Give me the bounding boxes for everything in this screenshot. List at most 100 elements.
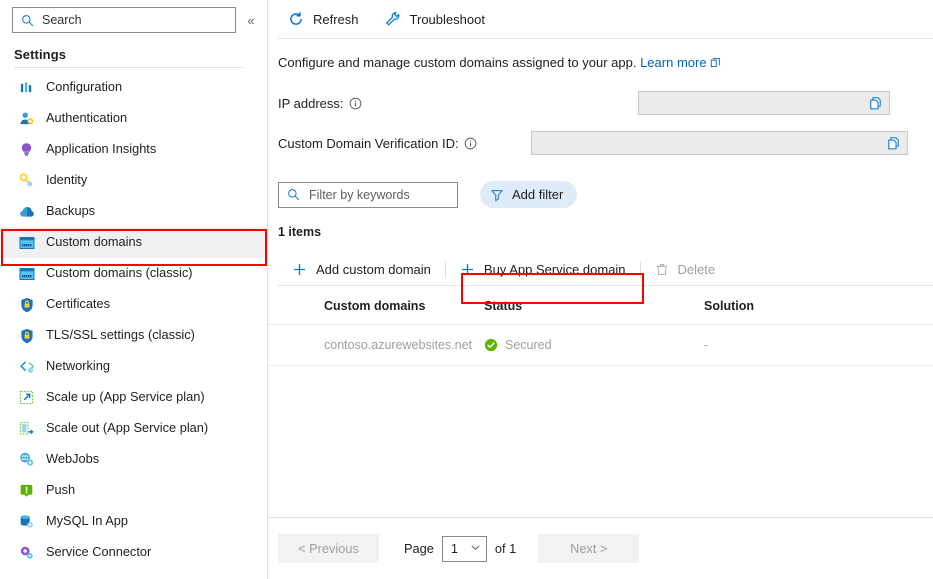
sidebar-nav-list: Configuration Authentication [0, 68, 267, 568]
sidebar-item-certificates[interactable]: Certificates [0, 289, 267, 320]
buy-app-service-domain-label: Buy App Service domain [484, 262, 626, 277]
search-icon [287, 188, 300, 201]
add-custom-domain-button[interactable]: Add custom domain [282, 254, 441, 284]
sidebar-item-label: Configuration [46, 81, 122, 94]
sidebar-item-custom-domains-classic[interactable]: Custom domains (classic) [0, 258, 267, 289]
service-connector-icon [18, 544, 35, 561]
trash-icon [655, 262, 669, 277]
ip-address-field[interactable] [638, 91, 890, 115]
plus-icon [460, 262, 475, 277]
add-filter-label: Add filter [512, 187, 563, 202]
sidebar-item-networking[interactable]: Networking [0, 351, 267, 382]
ip-address-label: IP address: [278, 96, 362, 111]
refresh-icon [288, 11, 304, 27]
sidebar-item-scale-out[interactable]: Scale out (App Service plan) [0, 413, 267, 444]
sidebar-item-label: WebJobs [46, 453, 99, 466]
search-input[interactable]: Search [12, 7, 236, 33]
previous-page-button[interactable]: < Previous [278, 534, 379, 563]
sidebar-item-label: Service Connector [46, 546, 151, 559]
page-description: Configure and manage custom domains assi… [268, 39, 933, 71]
buy-app-service-domain-button[interactable]: Buy App Service domain [450, 254, 636, 284]
refresh-button[interactable]: Refresh [286, 4, 369, 34]
verification-id-field[interactable] [531, 131, 908, 155]
sidebar-item-custom-domains[interactable]: Custom domains [0, 227, 267, 258]
sidebar-item-label: Certificates [46, 298, 110, 311]
sidebar-item-label: Scale up (App Service plan) [46, 391, 205, 404]
custom-domains-icon [18, 234, 35, 251]
table-command-bar: Add custom domain Buy App Service domain [268, 253, 933, 285]
info-icon[interactable] [464, 137, 477, 150]
collapse-sidebar-icon[interactable]: « [245, 10, 257, 30]
main-content: Refresh Troubleshoot Configure and manag… [268, 0, 933, 579]
verification-id-label-text: Custom Domain Verification ID: [278, 136, 459, 151]
application-insights-icon [18, 141, 35, 158]
page-number-select[interactable]: 1 [442, 536, 487, 562]
cell-domain: contoso.azurewebsites.net [268, 325, 484, 366]
copy-icon[interactable] [868, 96, 883, 111]
networking-icon [18, 358, 35, 375]
table-row[interactable]: contoso.azurewebsites.net Secured [268, 325, 933, 366]
status-text: Secured [505, 338, 552, 352]
tls-ssl-shield-icon [18, 327, 35, 344]
sidebar-item-label: Networking [46, 360, 110, 373]
sidebar-item-label: Scale out (App Service plan) [46, 422, 208, 435]
sidebar-item-tls-ssl-settings-classic[interactable]: TLS/SSL settings (classic) [0, 320, 267, 351]
page-number-value: 1 [451, 541, 458, 556]
push-icon [18, 482, 35, 499]
sidebar-item-label: MySQL In App [46, 515, 128, 528]
sidebar-item-push[interactable]: Push [0, 475, 267, 506]
azure-portal-custom-domains-screen: Search « Settings Configuration [0, 0, 933, 579]
sidebar-item-label: TLS/SSL settings (classic) [46, 329, 195, 342]
sidebar-item-label: Application Insights [46, 143, 156, 156]
command-separator [640, 261, 641, 278]
cell-status: Secured [484, 325, 704, 366]
refresh-label: Refresh [313, 12, 359, 27]
sidebar-item-label: Identity [46, 174, 87, 187]
status-badge: Secured [484, 338, 704, 352]
filter-keywords-placeholder: Filter by keywords [309, 188, 410, 202]
sidebar-item-mysql-in-app[interactable]: MySQL In App [0, 506, 267, 537]
webjobs-icon [18, 451, 35, 468]
sidebar-item-label: Custom domains [46, 236, 142, 249]
command-separator [445, 261, 446, 278]
column-header-solution[interactable]: Solution [704, 286, 933, 325]
sidebar-search-row: Search « [0, 0, 267, 33]
plus-icon [292, 262, 307, 277]
sidebar-item-application-insights[interactable]: Application Insights [0, 134, 267, 165]
external-link-icon [710, 56, 721, 71]
description-text: Configure and manage custom domains assi… [278, 55, 636, 70]
sidebar-item-scale-up[interactable]: Scale up (App Service plan) [0, 382, 267, 413]
copy-icon[interactable] [886, 136, 901, 151]
troubleshoot-button[interactable]: Troubleshoot [383, 4, 495, 34]
sidebar-item-authentication[interactable]: Authentication [0, 103, 267, 134]
chevron-down-icon [470, 540, 481, 558]
scale-up-icon [18, 389, 35, 406]
check-circle-icon [484, 338, 498, 352]
troubleshoot-label: Troubleshoot [410, 12, 485, 27]
page-label: Page [404, 541, 434, 556]
items-count: 1 items [268, 225, 933, 239]
sidebar-item-configuration[interactable]: Configuration [0, 72, 267, 103]
next-page-button[interactable]: Next > [538, 534, 639, 563]
filter-funnel-icon [490, 188, 504, 202]
table-header-row: Custom domains Status Solution [268, 286, 933, 325]
filter-row: Filter by keywords Add filter [268, 181, 933, 208]
custom-domains-icon [18, 265, 35, 282]
sidebar-item-webjobs[interactable]: WebJobs [0, 444, 267, 475]
certificates-shield-icon [18, 296, 35, 313]
page-total-label: of 1 [495, 541, 516, 556]
sidebar-item-backups[interactable]: Backups [0, 196, 267, 227]
delete-button: Delete [645, 254, 726, 284]
filter-keywords-input[interactable]: Filter by keywords [278, 182, 458, 208]
column-header-status[interactable]: Status [484, 286, 704, 325]
info-icon[interactable] [349, 97, 362, 110]
add-filter-button[interactable]: Add filter [480, 181, 577, 208]
learn-more-link[interactable]: Learn more [640, 55, 706, 70]
page-command-bar: Refresh Troubleshoot [268, 0, 933, 38]
sidebar-item-service-connector[interactable]: Service Connector [0, 537, 267, 568]
column-header-custom-domains[interactable]: Custom domains [268, 286, 484, 325]
add-custom-domain-label: Add custom domain [316, 262, 431, 277]
sidebar-item-identity[interactable]: Identity [0, 165, 267, 196]
verification-id-row: Custom Domain Verification ID: [268, 131, 933, 155]
authentication-icon [18, 110, 35, 127]
